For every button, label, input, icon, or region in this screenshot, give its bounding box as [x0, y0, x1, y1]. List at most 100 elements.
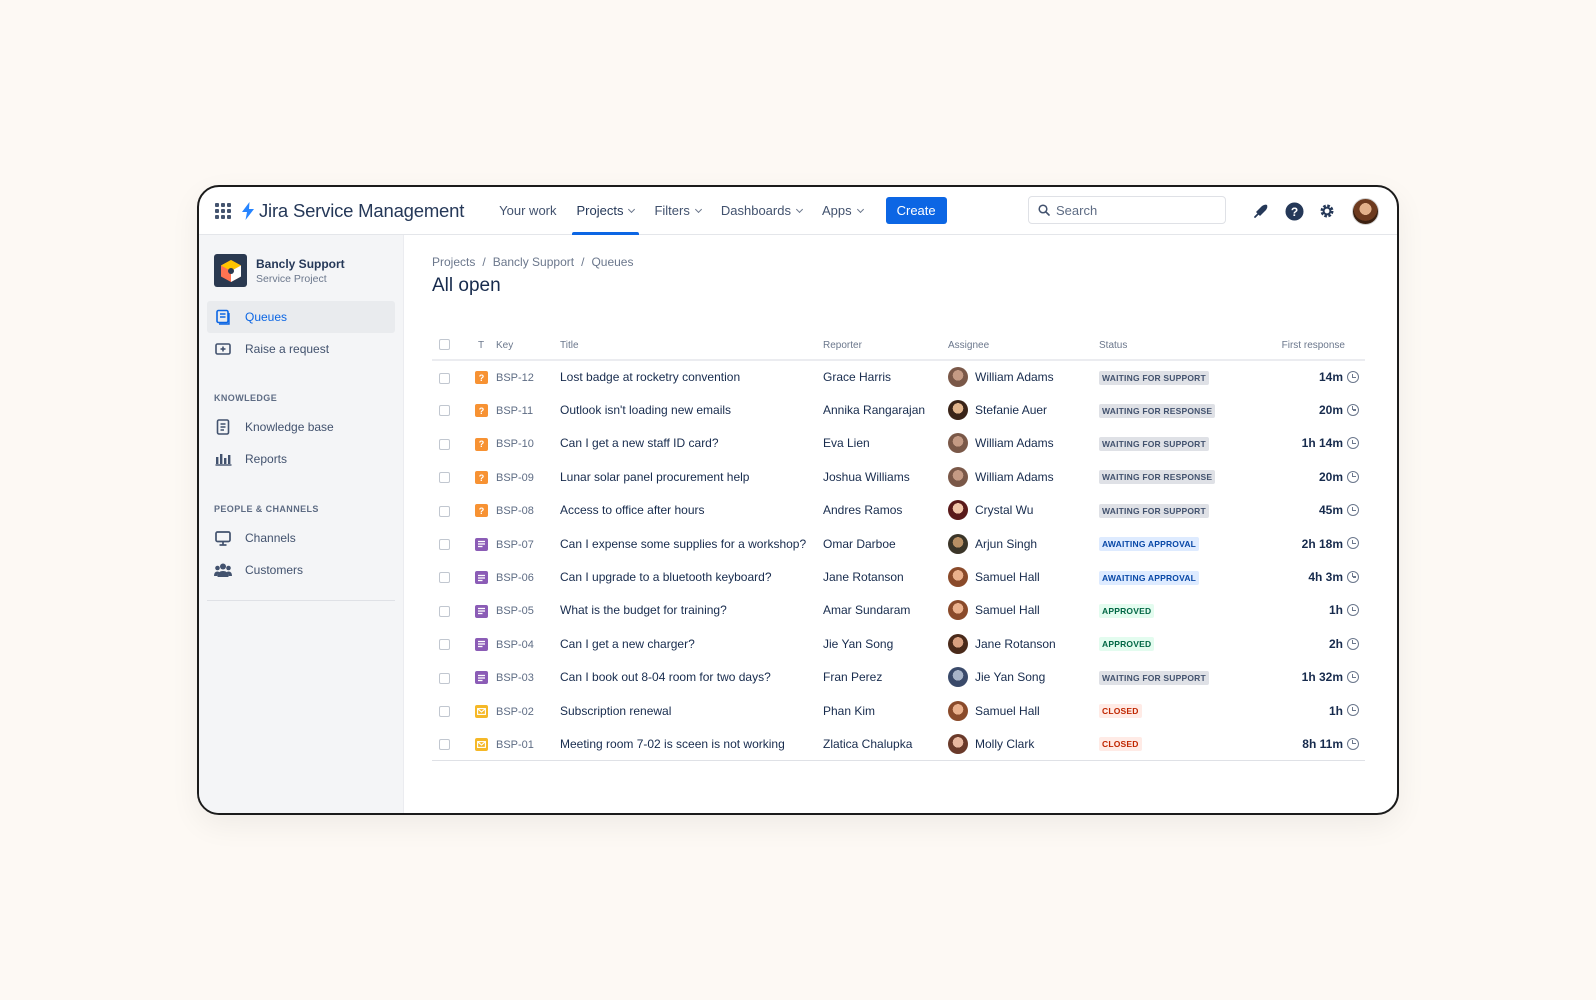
table-row[interactable]: BSP-01 Meeting room 7-02 is sceen is not … [432, 727, 1365, 762]
app-switcher-icon[interactable] [215, 202, 231, 219]
issue-key[interactable]: BSP-02 [496, 706, 534, 718]
assignee-cell[interactable]: Crystal Wu [948, 500, 1099, 521]
row-checkbox[interactable] [439, 505, 450, 517]
assignee-cell[interactable]: Arjun Singh [948, 533, 1099, 554]
table-row[interactable]: ? BSP-09 Lunar solar panel procurement hel… [432, 460, 1365, 493]
status-badge[interactable]: APPROVED [1099, 637, 1155, 652]
issue-key[interactable]: BSP-04 [496, 639, 534, 651]
profile-avatar[interactable] [1352, 197, 1379, 225]
table-row[interactable]: ? BSP-10 Can I get a new staff ID card? Eva… [432, 427, 1365, 460]
breadcrumb-projects[interactable]: Projects [432, 255, 475, 269]
assignee-cell[interactable]: Samuel Hall [948, 700, 1099, 721]
status-badge[interactable]: APPROVED [1099, 603, 1155, 618]
nav-your-work[interactable]: Your work [490, 187, 565, 235]
breadcrumb-queues[interactable]: Queues [591, 255, 633, 269]
col-title[interactable]: Title [560, 331, 823, 361]
settings-icon[interactable] [1316, 200, 1338, 222]
col-key[interactable]: Key [496, 331, 560, 361]
issue-key[interactable]: BSP-01 [496, 739, 534, 751]
assignee-cell[interactable]: William Adams [948, 367, 1099, 388]
issue-title[interactable]: Can I book out 8-04 room for two days? [560, 670, 771, 684]
assignee-cell[interactable]: Jane Rotanson [948, 633, 1099, 654]
table-row[interactable]: BSP-02 Subscription renewal Phan Kim Samuel… [432, 694, 1365, 727]
col-reporter[interactable]: Reporter [823, 331, 948, 361]
status-badge[interactable]: CLOSED [1099, 737, 1142, 752]
table-row[interactable]: ? BSP-08 Access to office after hours Andre… [432, 494, 1365, 527]
assignee-cell[interactable]: William Adams [948, 466, 1099, 487]
assignee-cell[interactable]: Stefanie Auer [948, 400, 1099, 421]
table-row[interactable]: BSP-05 What is the budget for training? Am… [432, 594, 1365, 627]
assignee-cell[interactable]: Samuel Hall [948, 567, 1099, 588]
issue-key[interactable]: BSP-07 [496, 539, 534, 551]
table-row[interactable]: BSP-07 Can I expense some supplies for a … [432, 527, 1365, 560]
assignee-cell[interactable]: Jie Yan Song [948, 667, 1099, 688]
issue-key[interactable]: BSP-10 [496, 438, 534, 450]
assignee-cell[interactable]: William Adams [948, 433, 1099, 454]
table-row[interactable]: ? BSP-11 Outlook isn't loading new emails A… [432, 393, 1365, 426]
issue-key[interactable]: BSP-09 [496, 472, 534, 484]
col-first-response[interactable]: First response [1249, 331, 1365, 361]
issue-key[interactable]: BSP-08 [496, 505, 534, 517]
issue-title[interactable]: Can I expense some supplies for a worksh… [560, 537, 806, 551]
nav-apps[interactable]: Apps [813, 187, 872, 235]
issue-title[interactable]: Can I get a new charger? [560, 637, 695, 651]
help-icon[interactable]: ? [1283, 200, 1305, 222]
row-checkbox[interactable] [439, 405, 450, 417]
sidebar-item-knowledge-base[interactable]: Knowledge base [207, 411, 395, 443]
notifications-icon[interactable] [1250, 200, 1272, 222]
sidebar-item-raise-a-request[interactable]: Raise a request [207, 333, 395, 365]
issue-key[interactable]: BSP-06 [496, 572, 534, 584]
row-checkbox[interactable] [439, 372, 450, 384]
issue-title[interactable]: Lost badge at rocketry convention [560, 370, 740, 384]
issue-key[interactable]: BSP-03 [496, 672, 534, 684]
col-type[interactable]: T [468, 331, 496, 361]
row-checkbox[interactable] [439, 438, 450, 450]
issue-title[interactable]: Can I get a new staff ID card? [560, 436, 719, 450]
issue-title[interactable]: Can I upgrade to a bluetooth keyboard? [560, 570, 772, 584]
status-badge[interactable]: WAITING FOR RESPONSE [1099, 403, 1216, 418]
issue-title[interactable]: Lunar solar panel procurement help [560, 470, 749, 484]
row-checkbox[interactable] [439, 639, 450, 651]
issue-title[interactable]: Outlook isn't loading new emails [560, 403, 731, 417]
col-status[interactable]: Status [1099, 331, 1249, 361]
col-assignee[interactable]: Assignee [948, 331, 1099, 361]
row-checkbox[interactable] [439, 572, 450, 584]
status-badge[interactable]: WAITING FOR SUPPORT [1099, 370, 1209, 385]
nav-projects[interactable]: Projects [568, 187, 644, 235]
breadcrumb-project[interactable]: Bancly Support [493, 255, 574, 269]
issue-title[interactable]: Meeting room 7-02 is sceen is not workin… [560, 737, 785, 751]
issue-title[interactable]: Access to office after hours [560, 503, 705, 517]
table-row[interactable]: BSP-06 Can I upgrade to a bluetooth keybo… [432, 560, 1365, 593]
issue-title[interactable]: What is the budget for training? [560, 603, 727, 617]
status-badge[interactable]: WAITING FOR SUPPORT [1099, 670, 1209, 685]
status-badge[interactable]: WAITING FOR SUPPORT [1099, 503, 1209, 518]
project-header[interactable]: Bancly Support Service Project [199, 235, 403, 287]
sidebar-item-channels[interactable]: Channels [207, 522, 395, 554]
select-all-checkbox[interactable] [439, 339, 450, 351]
table-row[interactable]: BSP-04 Can I get a new charger? Jie Yan So… [432, 627, 1365, 660]
status-badge[interactable]: CLOSED [1099, 704, 1142, 719]
create-button[interactable]: Create [885, 197, 947, 224]
assignee-cell[interactable]: Molly Clark [948, 733, 1099, 754]
search-box[interactable] [1028, 196, 1226, 224]
status-badge[interactable]: WAITING FOR SUPPORT [1099, 436, 1209, 451]
table-row[interactable]: BSP-03 Can I book out 8-04 room for two d… [432, 661, 1365, 694]
status-badge[interactable]: WAITING FOR RESPONSE [1099, 470, 1216, 485]
nav-dashboards[interactable]: Dashboards [712, 187, 811, 235]
sidebar-item-reports[interactable]: Reports [207, 443, 395, 475]
status-badge[interactable]: AWAITING APPROVAL [1099, 570, 1200, 585]
search-input[interactable] [1056, 202, 1216, 218]
status-badge[interactable]: AWAITING APPROVAL [1099, 537, 1200, 552]
row-checkbox[interactable] [439, 538, 450, 550]
issue-key[interactable]: BSP-12 [496, 372, 534, 384]
issue-key[interactable]: BSP-05 [496, 605, 534, 617]
row-checkbox[interactable] [439, 472, 450, 484]
row-checkbox[interactable] [439, 705, 450, 717]
nav-filters[interactable]: Filters [645, 187, 709, 235]
sidebar-item-customers[interactable]: Customers [207, 554, 395, 586]
sidebar-item-queues[interactable]: Queues [207, 301, 395, 333]
row-checkbox[interactable] [439, 739, 450, 751]
row-checkbox[interactable] [439, 672, 450, 684]
issue-title[interactable]: Subscription renewal [560, 704, 671, 718]
assignee-cell[interactable]: Samuel Hall [948, 600, 1099, 621]
